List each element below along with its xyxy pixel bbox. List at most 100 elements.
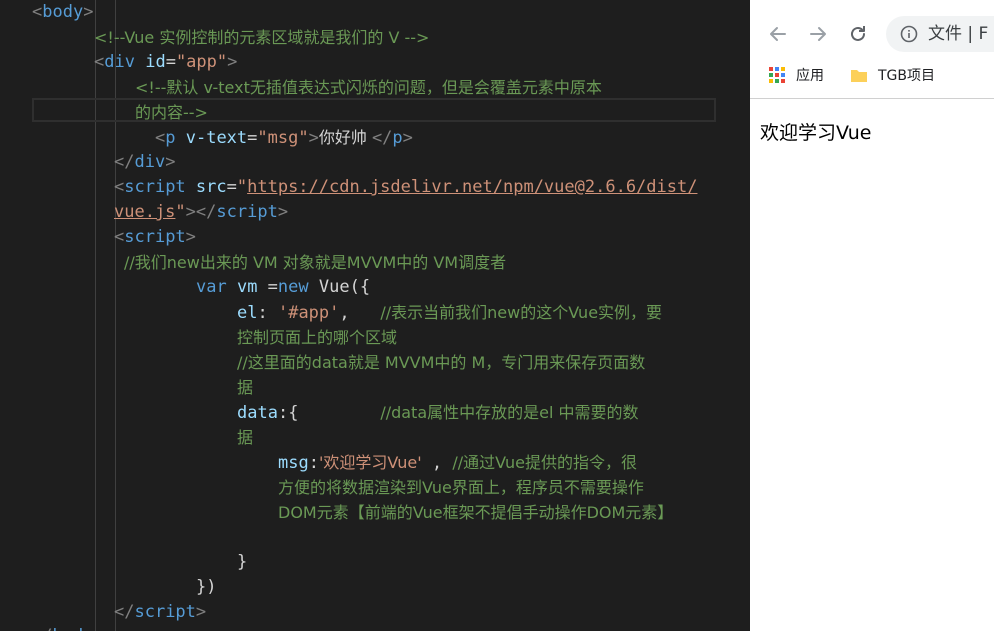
code-token: = (267, 277, 278, 297)
code-token: div (134, 152, 166, 172)
code-line: 控制页面上的哪个区域 (237, 325, 397, 350)
code-token: > (185, 227, 196, 247)
reload-icon (851, 26, 865, 41)
code-token: vm (226, 277, 268, 297)
code-token: > (195, 602, 207, 622)
code-token: //这里面的data就是 MVVM中的 M，专门用来保存页面数 (237, 353, 646, 372)
code-token: < (155, 128, 166, 148)
code-token: //我们new出来的 VM 对象就是MVVM中的 VM调度者 (124, 253, 507, 272)
code-token: 的内容--> (135, 103, 208, 122)
code-line: 方便的将数据渲染到Vue界面上，程序员不需要操作 (278, 475, 644, 500)
info-icon (900, 25, 918, 43)
code-line: }) (196, 575, 216, 600)
code-line: <script src="https://cdn.jsdelivr.net/np… (114, 175, 697, 200)
code-token: < (32, 2, 43, 22)
reload-button[interactable] (844, 20, 872, 48)
code-token: < (114, 227, 125, 247)
code-editor[interactable]: <body> <!--Vue 实例控制的元素区域就是我们的 V --> <div i… (0, 0, 750, 631)
code-line: </div> (114, 150, 175, 175)
folder-icon (851, 70, 867, 82)
code-token: script (134, 602, 196, 622)
code-token: < (114, 177, 125, 197)
code-token: : (308, 453, 319, 473)
code-token: https://cdn.jsdelivr.net/npm/vue@2.6.6/d… (247, 177, 698, 197)
code-token: = (247, 128, 258, 148)
code-line: 据 (237, 375, 253, 400)
code-token: DOM元素【前端的Vue框架不提倡手动操作DOM元素】 (278, 503, 674, 522)
code-token: '#app' (277, 303, 340, 323)
arrow-right-icon (810, 27, 826, 41)
code-token: " (236, 177, 248, 197)
code-line: data:{ //data属性中存放的是el 中需要的数 (237, 400, 639, 425)
code-token: script (124, 177, 186, 197)
code-line: vue.js"></script> (114, 200, 288, 225)
code-token: " (175, 202, 186, 222)
code-line: <!--Vue 实例控制的元素区域就是我们的 V --> (94, 25, 429, 50)
code-token: src (185, 177, 227, 197)
browser-toolbar: 文件 | F 应用 TGB项目 (750, 0, 994, 99)
code-token: Vue({ (308, 277, 371, 297)
code-line: } (237, 550, 247, 575)
code-token: id (134, 52, 166, 72)
code-line: <body> (32, 0, 93, 25)
code-token: 据 (237, 428, 254, 447)
code-line: 据 (237, 425, 253, 450)
code-token: //通过Vue提供的指令，很 (452, 453, 637, 472)
code-token: </ (371, 128, 393, 148)
rendered-paragraph: 欢迎学习Vue (760, 122, 872, 144)
code-token: vue.js (114, 202, 176, 222)
bookmark-apps[interactable]: 应用 (768, 62, 824, 88)
code-token: <!--Vue 实例控制的元素区域就是我们的 V --> (94, 28, 430, 47)
code-token: var (196, 277, 227, 297)
code-token: > (165, 152, 176, 172)
indent-guide (115, 0, 116, 631)
code-line: //这里面的data就是 MVVM中的 M，专门用来保存页面数 (237, 350, 645, 375)
code-token: , (421, 453, 453, 473)
code-token: > (308, 128, 319, 148)
code-line: DOM元素【前端的Vue框架不提倡手动操作DOM元素】 (278, 500, 673, 525)
code-token: = (165, 52, 176, 72)
address-bar[interactable]: 文件 | F (886, 16, 994, 52)
indent-guide (95, 0, 96, 631)
code-token: 你好帅 (318, 128, 372, 147)
forward-button[interactable] (804, 20, 832, 48)
code-token: ></ (185, 202, 217, 222)
code-token: 控制页面上的哪个区域 (237, 328, 398, 347)
code-token: "msg" (257, 128, 309, 148)
bookmark-label: 应用 (796, 68, 824, 84)
code-line: </body> (32, 624, 104, 631)
arrow-left-icon (770, 27, 786, 41)
code-token: new (277, 277, 309, 297)
code-line: <!--默认 v-text无插值表达式闪烁的问题，但是会覆盖元素中原本 (135, 75, 602, 100)
code-token: p (165, 128, 176, 148)
code-token: </ (114, 602, 135, 622)
code-line: msg:'欢迎学习Vue' , //通过Vue提供的指令，很 (278, 450, 637, 475)
code-token: <!--默认 v-text无插值表达式闪烁的问题，但是会覆盖元素中原本 (135, 78, 602, 97)
code-token: p (392, 128, 403, 148)
code-line: <script> (114, 225, 196, 250)
code-token: v-text (175, 128, 248, 148)
code-line: <p v-text="msg">你好帅 </p> (155, 125, 413, 150)
back-button[interactable] (764, 20, 792, 48)
address-text: 文件 | F (928, 24, 989, 44)
code-token: }) (196, 577, 217, 597)
bookmark-tgb[interactable]: TGB项目 (850, 62, 935, 88)
code-token: body (42, 2, 84, 22)
code-token: } (237, 552, 248, 572)
code-token: > (277, 202, 289, 222)
apps-grid-icon (769, 67, 785, 83)
code-token: div (104, 52, 135, 72)
code-token: //data属性中存放的是el 中需要的数 (380, 403, 639, 422)
code-token: : (257, 303, 278, 323)
code-token: body (52, 626, 93, 631)
code-line: 的内容--> (135, 100, 208, 125)
code-token: </ (114, 152, 135, 172)
code-token: > (93, 626, 103, 631)
code-line: el: '#app', //表示当前我们new的这个Vue实例，要 (237, 300, 662, 325)
code-token: script (124, 227, 186, 247)
code-line: //我们new出来的 VM 对象就是MVVM中的 VM调度者 (124, 250, 506, 275)
code-token: msg (278, 453, 309, 473)
code-token: > (227, 52, 238, 72)
code-line: var vm =new Vue({ (196, 275, 370, 300)
code-token: > (402, 128, 413, 148)
